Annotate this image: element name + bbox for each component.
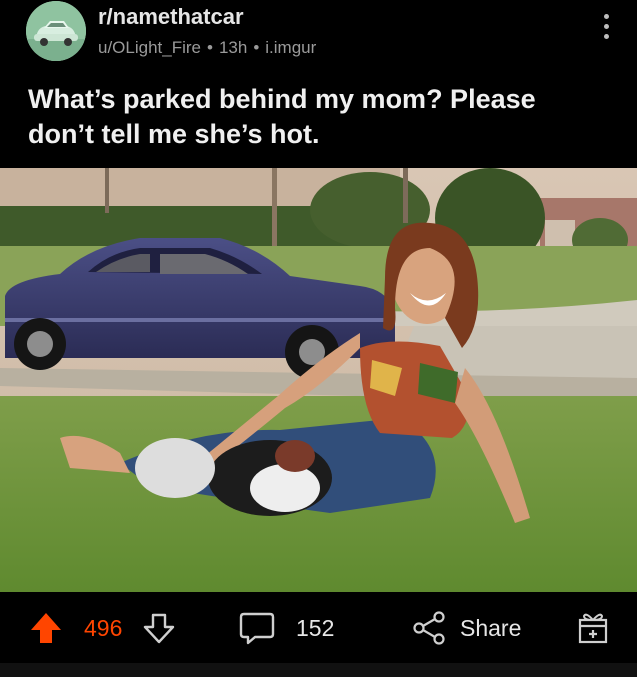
- subreddit-name[interactable]: r/namethatcar: [98, 4, 244, 30]
- meta-separator: •: [253, 38, 260, 57]
- downvote-icon[interactable]: [142, 611, 176, 645]
- award-icon: [578, 613, 608, 644]
- comments-button[interactable]: 152: [238, 592, 334, 664]
- post-photo: [0, 168, 637, 592]
- post-header: r/namethatcar u/OLight_Fire • 13h • i.imgur …: [0, 0, 637, 168]
- post-domain[interactable]: i.imgur: [265, 38, 316, 57]
- subreddit-avatar[interactable]: [26, 1, 86, 61]
- meta-separator: •: [207, 38, 213, 57]
- post-title[interactable]: What’s parked behind my mom? Please don’…: [28, 82, 608, 152]
- author-link[interactable]: u/OLight_Fire: [98, 38, 201, 57]
- post-image[interactable]: [0, 168, 637, 592]
- share-button[interactable]: Share: [412, 592, 521, 664]
- upvote-icon[interactable]: [28, 610, 64, 646]
- share-label: Share: [460, 614, 522, 641]
- vote-group: 496: [28, 592, 176, 664]
- post-time: 13h: [218, 38, 248, 57]
- bottom-divider: [0, 663, 637, 677]
- post-actions-bar: 496 152 Share: [0, 592, 637, 677]
- kebab-menu-icon[interactable]: [596, 14, 616, 46]
- comment-icon: [239, 612, 275, 645]
- award-button[interactable]: [576, 592, 610, 664]
- post-meta: u/OLight_Fire • 13h • i.imgur: [98, 38, 322, 58]
- share-icon: [413, 611, 445, 645]
- vote-count: 496: [84, 614, 123, 641]
- comment-count: 152: [296, 614, 335, 641]
